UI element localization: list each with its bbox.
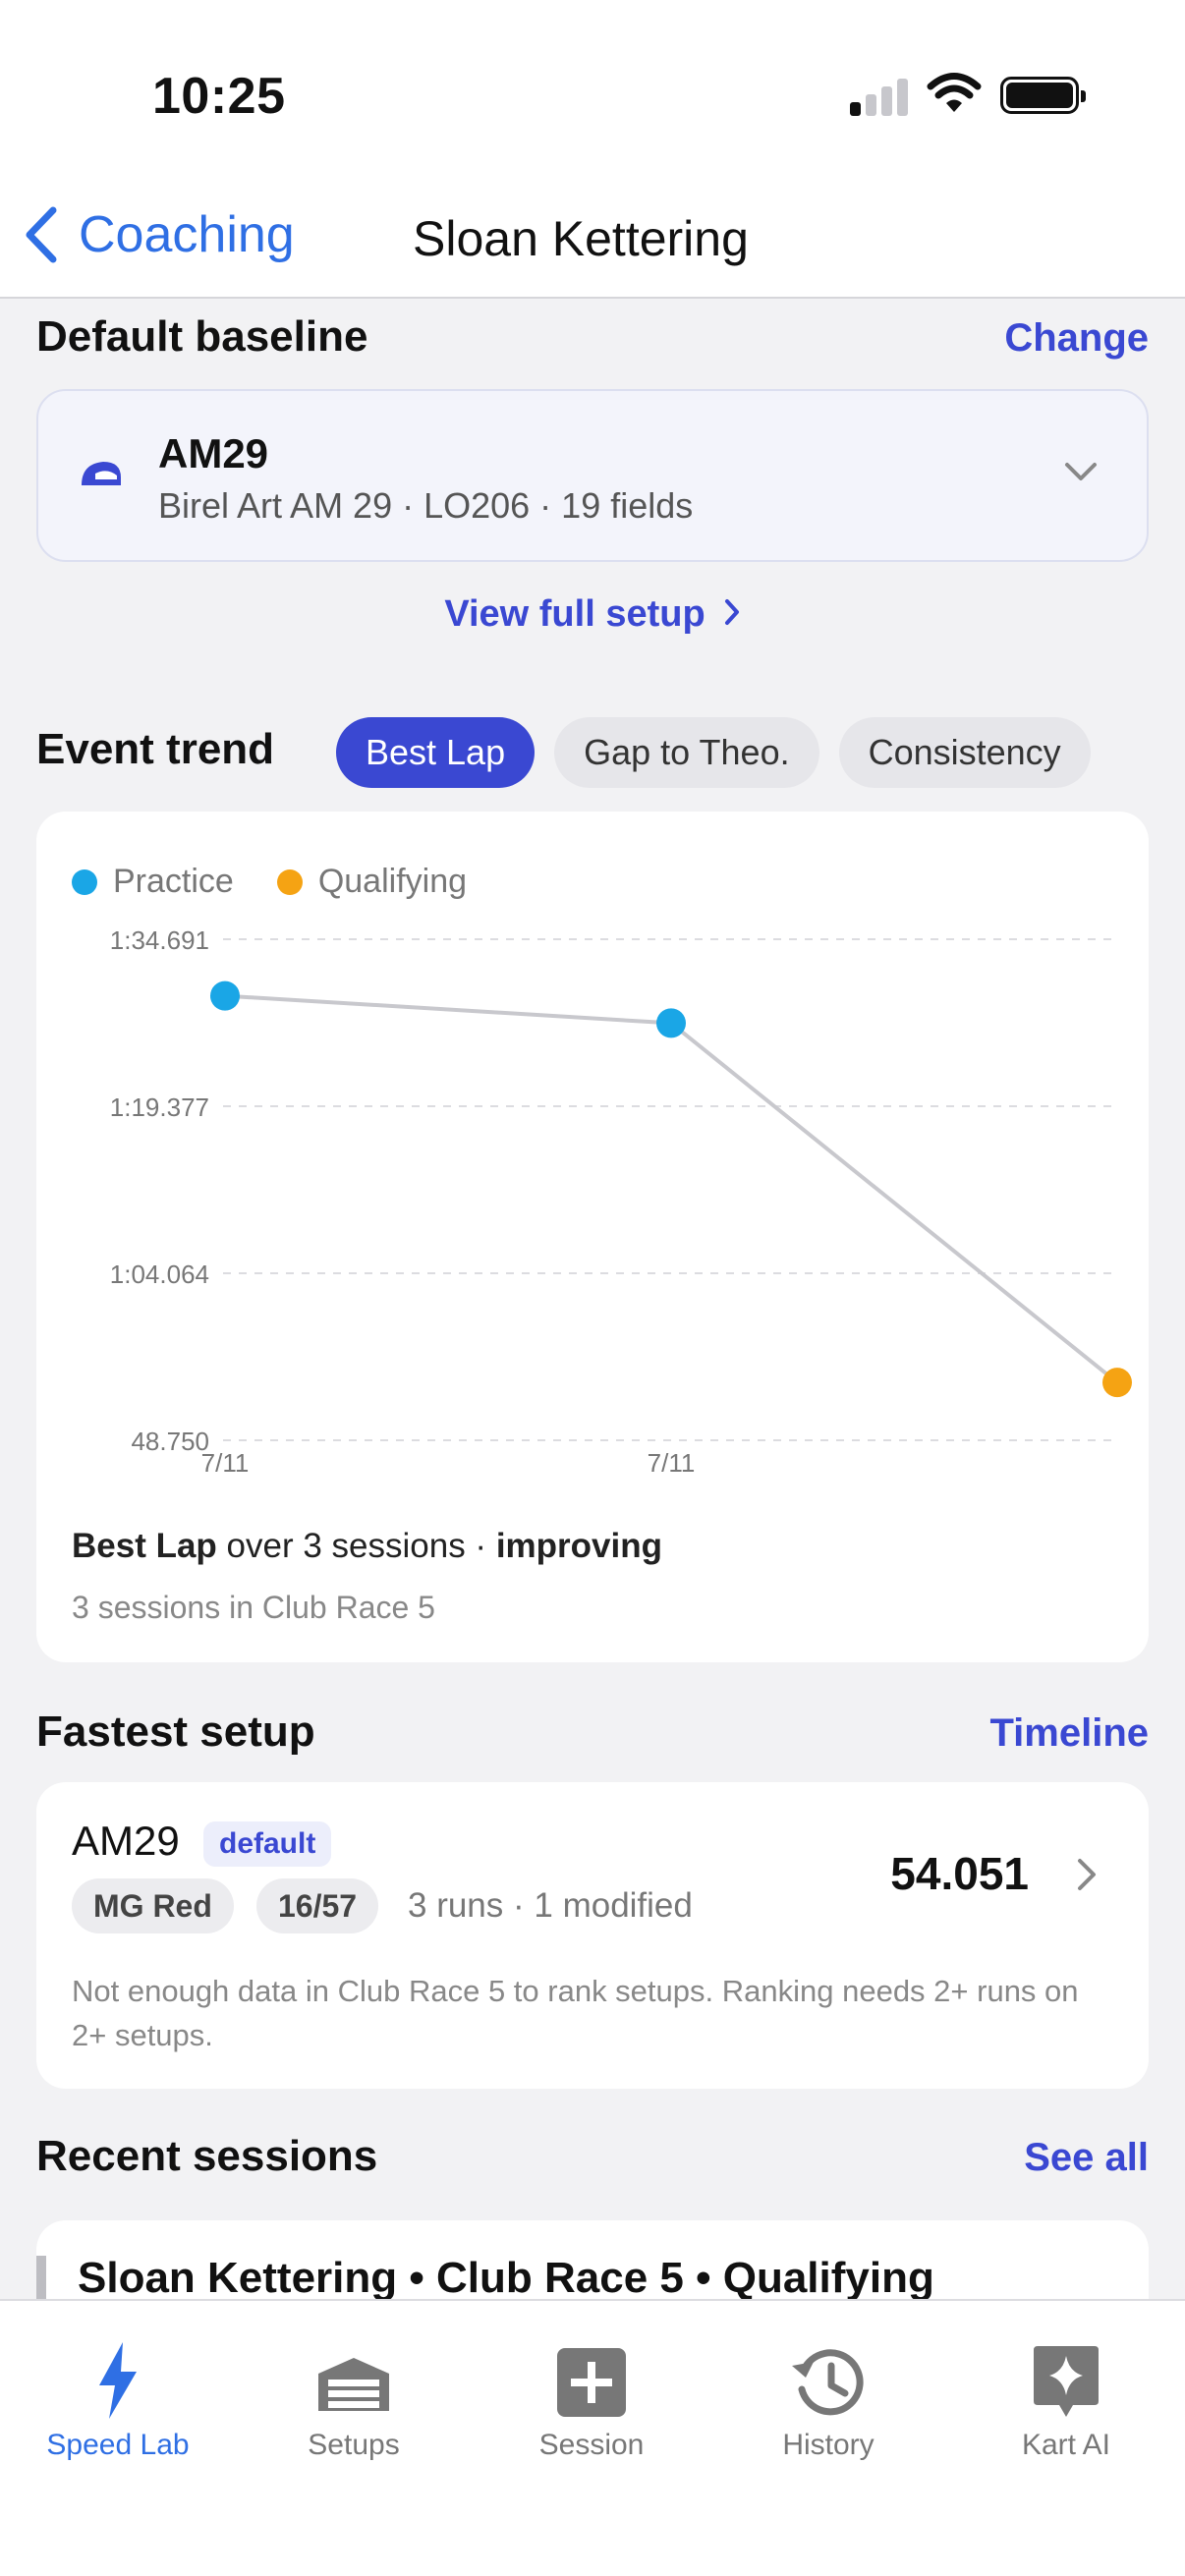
event-trend-chart: 1:34.6911:19.3771:04.06448.7507/11 7/11 [110, 925, 1132, 1478]
tab-gap-to-theo[interactable]: Gap to Theo. [554, 717, 819, 788]
page-title: Sloan Kettering [413, 211, 749, 266]
default-badge: default [203, 1821, 332, 1867]
tab-bar: Speed Lab Setups Session History Kart AI [0, 2299, 1185, 2576]
tab-label: Kart AI [1021, 2429, 1111, 2461]
setup-ranking-note: Not enough data in Club Race 5 to rank s… [72, 1974, 1079, 2052]
status-time: 10:25 [152, 68, 286, 125]
fastest-setup-card[interactable]: AM29 default MG Red 16/57 3 runs · 1 mod… [36, 1782, 1149, 2089]
change-baseline-button[interactable]: Change [1004, 316, 1149, 361]
baseline-section-title: Default baseline [36, 312, 368, 361]
tab-label: Speed Lab [46, 2429, 190, 2461]
tab-session[interactable]: Session [493, 2340, 690, 2462]
y-tick-label: 1:34.691 [110, 925, 209, 955]
chevron-right-icon [724, 599, 739, 625]
metric-segmented-control: Best Lap Gap to Theo. Consistency [336, 717, 1091, 788]
sparkle-icon [1034, 2346, 1099, 2417]
summary-metric: Best Lap [72, 1527, 217, 1565]
cellular-signal-icon [850, 77, 909, 116]
setup-chip-gearing: 16/57 [256, 1878, 379, 1933]
summary-trend: improving [495, 1527, 662, 1565]
tab-label: Setups [308, 2429, 400, 2461]
view-full-setup-label: View full setup [444, 593, 705, 635]
battery-icon [1000, 77, 1086, 114]
see-all-button[interactable]: See all [1024, 2136, 1149, 2180]
helmet-icon [82, 462, 121, 485]
x-tick-label: 7/11 [201, 1448, 250, 1478]
back-button[interactable]: Coaching [22, 204, 295, 265]
tab-history[interactable]: History [730, 2340, 927, 2462]
baseline-card[interactable]: AM29 Birel Art AM 29 · LO206 · 19 fields [36, 389, 1149, 562]
data-point-practice[interactable] [656, 1008, 686, 1038]
view-full-setup-link[interactable]: View full setup [0, 593, 1185, 636]
data-point-practice[interactable] [210, 980, 240, 1011]
baseline-subtitle: Birel Art AM 29 · LO206 · 19 fields [158, 485, 694, 526]
tab-setups[interactable]: Setups [255, 2340, 452, 2462]
history-icon [792, 2349, 864, 2416]
status-bar: 10:25 [0, 0, 1185, 167]
data-point-qualifying[interactable] [1102, 1368, 1132, 1398]
fastest-setup-title: Fastest setup [36, 1708, 315, 1756]
y-tick-label: 48.750 [131, 1427, 209, 1456]
setup-meta: 3 runs · 1 modified [408, 1886, 693, 1925]
garage-icon [318, 2358, 389, 2411]
trend-summary-sub: 3 sessions in Club Race 5 [72, 1590, 435, 1625]
session-title: Sloan Kettering • Club Race 5 • Qualifyi… [78, 2254, 934, 2302]
recent-sessions-title: Recent sessions [36, 2132, 378, 2180]
tab-speed-lab[interactable]: Speed Lab [20, 2340, 216, 2462]
chevron-right-icon [1078, 1859, 1096, 1890]
tab-label: History [782, 2429, 875, 2461]
tab-kart-ai[interactable]: Kart AI [968, 2340, 1164, 2462]
trend-line [224, 993, 1119, 1384]
timeline-button[interactable]: Timeline [989, 1711, 1149, 1756]
setup-best-time: 54.051 [890, 1848, 1029, 1899]
setup-name: AM29 [72, 1818, 180, 1864]
tab-best-lap[interactable]: Best Lap [336, 717, 536, 788]
chevron-down-icon [1065, 463, 1097, 480]
wifi-icon [927, 73, 982, 112]
y-tick-label: 1:19.377 [110, 1092, 209, 1122]
tab-label: Session [538, 2429, 645, 2461]
baseline-name: AM29 [158, 430, 269, 476]
chevron-left-icon [26, 206, 57, 263]
x-tick-label: 7/11 [648, 1448, 696, 1478]
y-tick-label: 1:04.064 [110, 1260, 209, 1289]
event-trend-chart-card: Practice Qualifying 1:34.691 1:19.377 1:04… [36, 812, 1149, 1662]
summary-mid: over 3 sessions · [216, 1527, 496, 1565]
tab-consistency[interactable]: Consistency [838, 717, 1091, 788]
event-trend-title: Event trend [36, 725, 275, 773]
trend-summary: Best Lap over 3 sessions · improving [72, 1527, 662, 1566]
navigation-bar: Coaching Sloan Kettering [0, 167, 1185, 299]
plus-square-icon [557, 2348, 626, 2417]
setup-chip-tire: MG Red [72, 1878, 234, 1933]
back-label: Coaching [79, 206, 295, 263]
bolt-icon [99, 2342, 137, 2419]
